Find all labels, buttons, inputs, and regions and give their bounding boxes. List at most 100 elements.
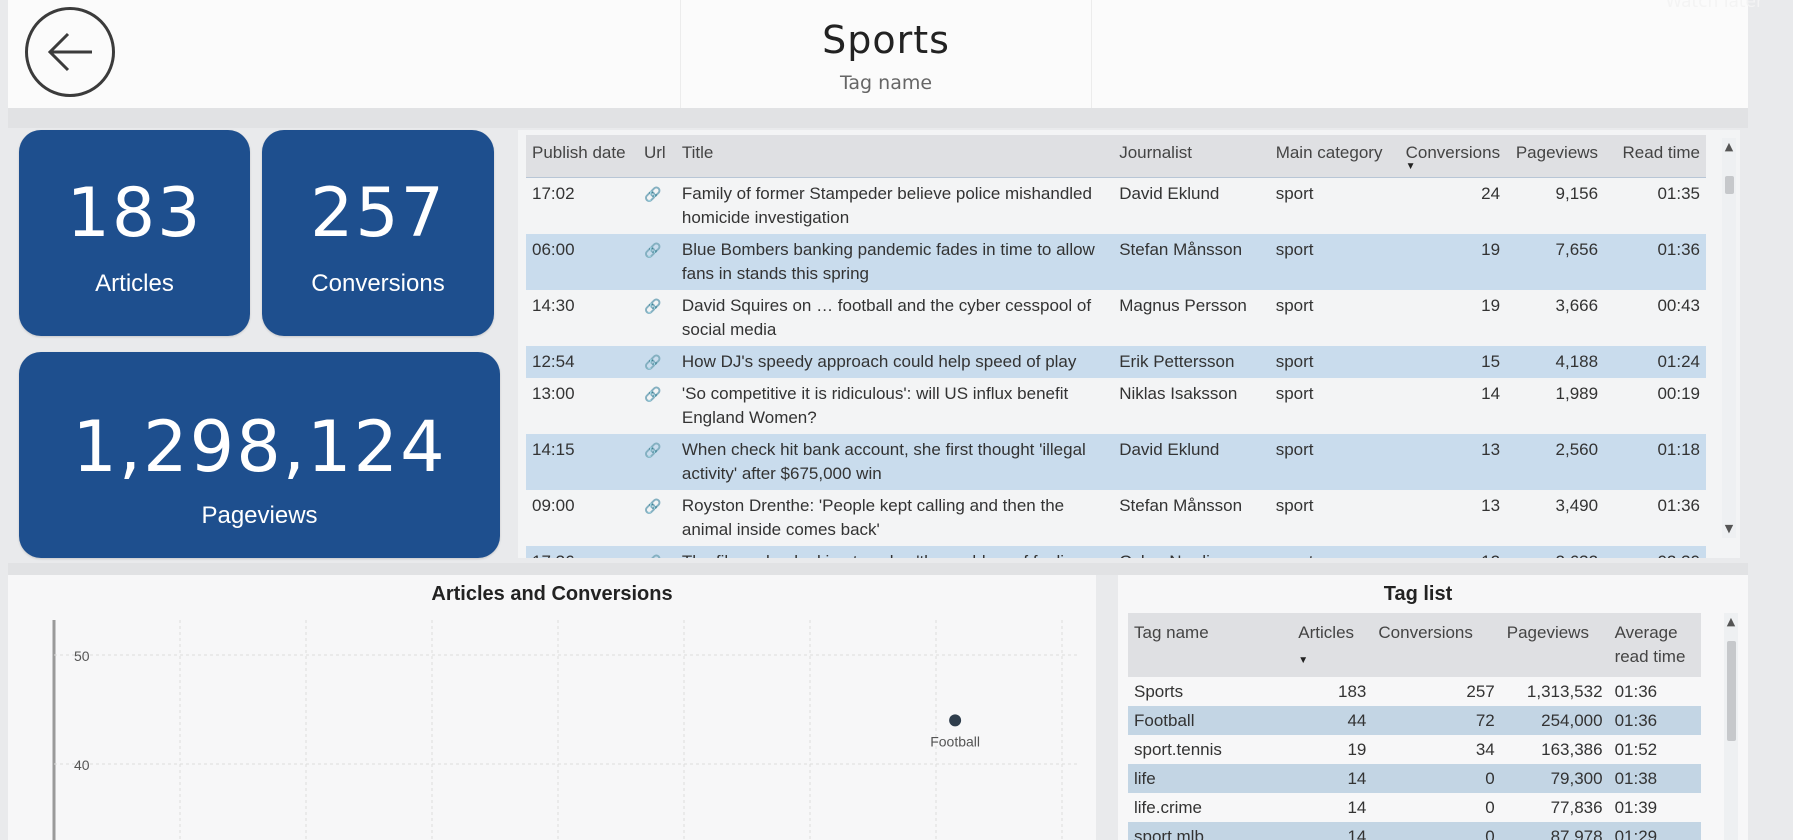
- table-row[interactable]: sport.mlb 14 0 87,978 01:29: [1128, 822, 1701, 840]
- col-header-conversions-label: Conversions: [1405, 143, 1501, 162]
- cell-conversions: 0: [1485, 797, 1495, 817]
- table-row[interactable]: 12:54 🔗 How DJ's speedy approach could h…: [526, 345, 1706, 378]
- table-row[interactable]: 14:15 🔗 When check hit bank account, she…: [526, 433, 1706, 490]
- cell-pageviews: 4,188: [1506, 345, 1605, 378]
- cell-read-time: 01:36: [1657, 495, 1700, 515]
- table-row[interactable]: Sports 183 257 1,313,532 01:36: [1128, 677, 1701, 706]
- col-header-conversions[interactable]: Conversions ▼: [1399, 135, 1507, 178]
- articles-table: Publish date Url Title Journalist Main c…: [526, 135, 1706, 558]
- cell-publish-date: 09:00: [532, 495, 575, 515]
- kpi-conversions-value: 257: [310, 174, 446, 253]
- cell-category: sport: [1275, 383, 1314, 403]
- col-header-articles[interactable]: Articles ▼: [1292, 613, 1373, 677]
- cell-tag-name: Football: [1128, 706, 1293, 735]
- cell-tag-name: life.crime: [1134, 797, 1203, 817]
- cell-tag-name: sport.mlb: [1128, 822, 1293, 840]
- page-subtitle: Tag name: [839, 72, 933, 94]
- scatter-point: [949, 714, 962, 727]
- link-icon[interactable]: 🔗: [637, 433, 676, 490]
- col-header-read-time[interactable]: Read time: [1604, 135, 1706, 178]
- cell-articles: 44: [1292, 706, 1373, 735]
- articles-scrollbar[interactable]: ▲ ▼: [1722, 138, 1736, 538]
- scroll-up-icon[interactable]: ▲: [1724, 615, 1738, 628]
- table-row[interactable]: life 14 0 79,300 01:38: [1128, 764, 1701, 793]
- kpi-conversions-card: 257 Conversions: [262, 130, 494, 336]
- col-header-tag-name[interactable]: Tag name: [1128, 613, 1293, 677]
- cell-pageviews: 79,300: [1500, 764, 1609, 793]
- link-icon[interactable]: 🔗: [637, 345, 676, 378]
- cell-tag-name: Sports: [1134, 681, 1184, 701]
- cell-tag-name: life: [1128, 764, 1293, 793]
- link-icon[interactable]: 🔗: [637, 545, 676, 558]
- kpi-pageviews-value: 1,298,124: [72, 406, 447, 488]
- scrollbar-thumb[interactable]: [1725, 176, 1734, 194]
- cell-conversions: 13: [1481, 495, 1501, 515]
- kpi-pageviews-label: Pageviews: [201, 502, 318, 529]
- cell-avg-read-time: 01:29: [1608, 822, 1701, 840]
- cell-articles: 14: [1292, 764, 1373, 793]
- watch-later-overlay[interactable]: Watch later: [1665, 0, 1763, 12]
- link-icon[interactable]: 🔗: [638, 177, 676, 234]
- scroll-up-icon[interactable]: ▲: [1722, 140, 1736, 153]
- col-header-conversions[interactable]: Conversions: [1372, 613, 1501, 677]
- cell-conversions: 24: [1481, 183, 1501, 203]
- cell-pageviews: 2,632: [1506, 545, 1605, 558]
- cell-pageviews: 163,386: [1541, 739, 1603, 759]
- col-header-main-category[interactable]: Main category: [1269, 135, 1400, 178]
- cell-pageviews: 3,490: [1555, 495, 1599, 515]
- col-header-title[interactable]: Title: [675, 135, 1114, 178]
- table-row[interactable]: 09:00 🔗 Royston Drenthe: 'People kept ca…: [526, 490, 1706, 546]
- cell-avg-read-time: 01:52: [1614, 739, 1658, 759]
- link-icon[interactable]: 🔗: [637, 233, 676, 290]
- cell-tag-name: sport.tennis: [1134, 739, 1222, 759]
- link-icon[interactable]: 🔗: [638, 378, 676, 434]
- table-row[interactable]: sport.tennis 19 34 163,386 01:52: [1128, 735, 1701, 764]
- table-row[interactable]: 17:36 🔗 The filmmaker looking to solve '…: [526, 545, 1706, 558]
- col-header-pageviews[interactable]: Pageviews: [1506, 135, 1605, 178]
- table-row[interactable]: 06:00 🔗 Blue Bombers banking pandemic fa…: [526, 233, 1706, 290]
- tag-list-scrollbar[interactable]: ▲: [1724, 613, 1738, 840]
- col-header-url[interactable]: Url: [637, 135, 676, 178]
- cell-publish-date: 17:36: [526, 545, 638, 558]
- link-icon[interactable]: 🔗: [638, 290, 676, 346]
- cell-title: Blue Bombers banking pandemic fades in t…: [675, 233, 1114, 290]
- cell-avg-read-time: 01:36: [1608, 706, 1701, 735]
- scroll-down-icon[interactable]: ▼: [1722, 522, 1736, 535]
- back-button[interactable]: [25, 7, 115, 97]
- cell-pageviews: 7,656: [1506, 233, 1605, 290]
- cell-title: 'So competitive it is ridiculous': will …: [681, 383, 1069, 427]
- cell-conversions: 72: [1372, 706, 1501, 735]
- cell-conversions: 14: [1481, 383, 1501, 403]
- sort-desc-icon: ▼: [1298, 655, 1309, 666]
- cell-read-time: 02:30: [1604, 545, 1706, 558]
- cell-journalist: Niklas Isaksson: [1119, 383, 1238, 403]
- link-icon[interactable]: 🔗: [638, 490, 676, 546]
- cell-pageviews: 87,978: [1500, 822, 1609, 840]
- table-row[interactable]: 13:00 🔗 'So competitive it is ridiculous…: [526, 378, 1706, 434]
- kpi-articles-value: 183: [66, 174, 203, 253]
- articles-table-panel: Publish date Url Title Journalist Main c…: [518, 130, 1740, 558]
- divider: [8, 108, 1748, 128]
- scrollbar-thumb[interactable]: [1727, 641, 1736, 741]
- col-header-journalist[interactable]: Journalist: [1113, 135, 1270, 178]
- kpi-articles-label: Articles: [95, 270, 174, 297]
- col-header-publish-date[interactable]: Publish date: [526, 135, 638, 178]
- cell-title: When check hit bank account, she first t…: [675, 433, 1114, 490]
- cell-title: How DJ's speedy approach could help spee…: [675, 345, 1114, 378]
- table-row[interactable]: 17:02 🔗 Family of former Stampeder belie…: [526, 177, 1706, 234]
- cell-read-time: 00:19: [1657, 383, 1700, 403]
- cell-category: sport: [1269, 545, 1400, 558]
- cell-title: Royston Drenthe: 'People kept calling an…: [681, 495, 1065, 539]
- cell-journalist: David Eklund: [1119, 183, 1220, 203]
- report-header: Sports Tag name: [8, 0, 1748, 108]
- cell-title: David Squires on … football and the cybe…: [681, 295, 1092, 339]
- table-row[interactable]: life.crime 14 0 77,836 01:39: [1128, 793, 1701, 822]
- table-row[interactable]: Football 44 72 254,000 01:36: [1128, 706, 1701, 735]
- cell-read-time: 00:43: [1657, 295, 1700, 315]
- cell-journalist: David Eklund: [1113, 433, 1270, 490]
- col-header-average-read-time[interactable]: Average read time: [1608, 613, 1701, 677]
- chart-canvas: 50 40 Football: [52, 620, 1078, 840]
- tag-list-title: Tag list: [1383, 583, 1453, 605]
- table-row[interactable]: 14:30 🔗 David Squires on … football and …: [526, 290, 1706, 346]
- col-header-pageviews[interactable]: Pageviews: [1500, 613, 1609, 677]
